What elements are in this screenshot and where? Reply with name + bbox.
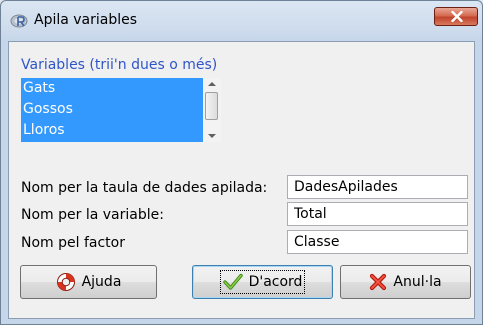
help-button[interactable]: Ajuda [20,265,157,299]
variables-list: Gats Gossos Lloros [21,78,203,142]
scroll-up-arrow-icon[interactable] [208,82,216,86]
variables-label: Variables (trii'n dues o més) [21,57,218,73]
factor-name-input[interactable] [287,230,468,254]
ok-button-label: D'acord [248,274,303,290]
window-title: Apila variables [34,12,138,28]
cancel-button-label: Anul·la [393,274,442,290]
list-item-lloros[interactable]: Lloros [21,120,203,141]
dialog-window: Apila variables Variables (trii'n dues o… [0,0,483,325]
variables-listbox[interactable]: Gats Gossos Lloros [21,78,221,142]
variable-name-input[interactable] [287,202,468,226]
r-app-icon [10,12,28,30]
stacked-table-name-input[interactable] [287,175,468,199]
variable-name-label: Nom per la variable: [21,207,164,223]
list-item-gossos[interactable]: Gossos [21,99,203,120]
title-bar[interactable]: Apila variables [1,1,482,41]
ok-button-focus: D'acord [219,270,306,294]
factor-name-label: Nom pel factor [21,235,125,251]
ok-button[interactable]: D'acord [192,265,333,299]
list-scrollbar[interactable] [203,78,221,142]
dialog-body: Variables (trii'n dues o més) Gats Gosso… [8,41,475,319]
checkmark-icon [222,273,243,290]
scroll-down-arrow-icon[interactable] [208,134,216,138]
close-icon [451,11,463,22]
help-button-label: Ajuda [81,274,122,290]
list-item-gats[interactable]: Gats [21,78,203,99]
red-x-icon [370,273,387,291]
stacked-table-name-label: Nom per la taula de dades apilada: [21,180,268,196]
lifebuoy-icon [56,273,75,291]
cancel-button[interactable]: Anul·la [340,265,471,299]
close-button[interactable] [434,7,478,26]
scrollbar-thumb[interactable] [205,92,218,120]
